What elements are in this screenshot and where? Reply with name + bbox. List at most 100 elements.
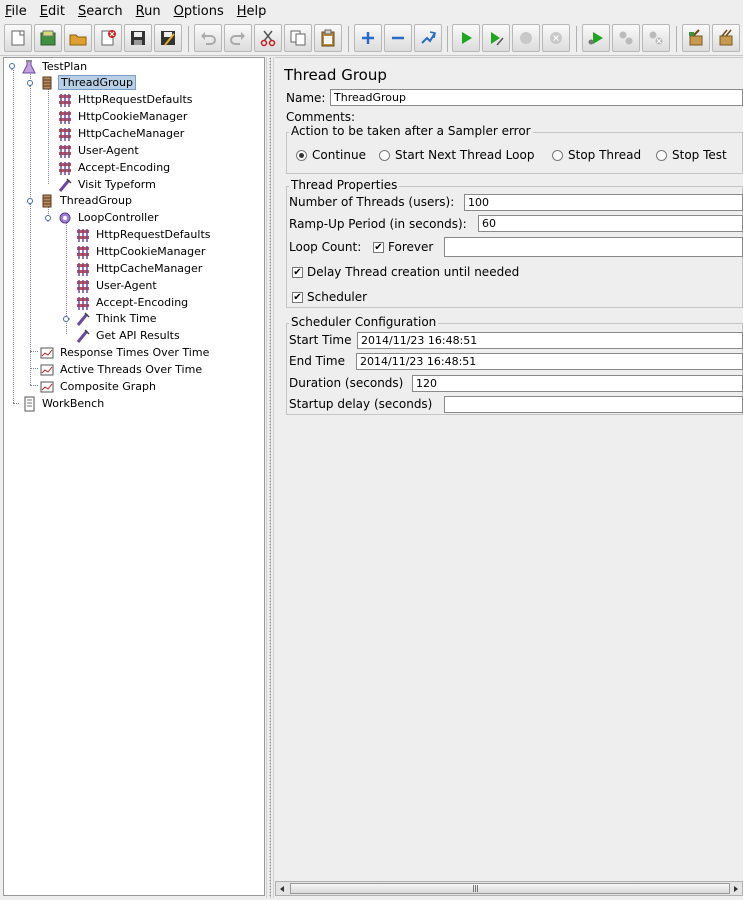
threads-label: Number of Threads (users): [289,195,455,209]
tree-node-sampler[interactable]: Get API Results [75,327,182,344]
menu-help[interactable]: Help [236,4,268,19]
tree-node-config[interactable]: HttpRequestDefaults [57,91,195,108]
remote-start-button[interactable] [582,24,610,52]
expand-handle-icon[interactable] [62,315,70,323]
radio-button[interactable] [296,149,307,161]
tree-node-testplan[interactable]: TestPlan [21,58,89,75]
open-button[interactable] [64,24,92,52]
tree-node-sampler[interactable]: Visit Typeform [57,176,158,193]
copy-button[interactable] [284,24,312,52]
radio-button[interactable] [656,149,667,161]
save-as-icon [161,31,175,46]
checkbox-box[interactable]: ✔ [292,266,303,278]
stop-button[interactable] [512,24,540,52]
scroll-left-icon[interactable] [277,884,287,894]
tree-node-label: Accept-Encoding [78,161,171,174]
menu-run[interactable]: Run [135,4,162,19]
forever-checkbox[interactable]: ✔ Forever [373,240,433,254]
remote-stop-button[interactable] [612,24,640,52]
tree-node-config[interactable]: HttpCacheManager [57,125,186,142]
expand-all-button[interactable] [354,24,382,52]
tree-node-workbench[interactable]: WorkBench [21,395,106,412]
collapse-handle-icon[interactable] [26,197,34,205]
tree-node-listener[interactable]: Response Times Over Time [39,344,211,361]
scrollbar-thumb[interactable] [290,883,730,894]
radio-button[interactable] [379,149,390,161]
duration-field[interactable]: 120 [412,375,743,392]
test-plan-tree[interactable]: TestPlan ThreadGroup HttpRequestDefaults… [3,57,265,896]
scheduler-checkbox[interactable]: ✔ Scheduler [292,290,367,304]
menu-file[interactable]: File [4,4,28,19]
panel-title: Thread Group [284,66,387,84]
close-button[interactable] [94,24,122,52]
tree-node-loopcontroller[interactable]: LoopController [57,209,161,226]
cut-button[interactable] [254,24,282,52]
undo-button[interactable] [194,24,222,52]
close-icon [101,30,116,46]
shutdown-button[interactable] [542,24,570,52]
collapse-handle-icon[interactable] [26,79,34,87]
toolbar [0,22,743,56]
radio-start-next-thread-loop[interactable]: Start Next Thread Loop [379,148,534,162]
toggle-button[interactable] [414,24,442,52]
name-field[interactable]: ThreadGroup [330,89,743,106]
collapse-handle-icon[interactable] [8,62,16,70]
remote-start-icon [588,32,603,45]
clear-all-button[interactable] [712,24,740,52]
tree-node-threadgroup-1[interactable]: ThreadGroup [39,74,136,91]
tree-node-label: Accept-Encoding [96,296,189,309]
start-no-pauses-button[interactable] [482,24,510,52]
collapse-icon [392,36,404,40]
rampup-field[interactable]: 60 [478,215,743,232]
tree-node-label: Active Threads Over Time [60,363,203,376]
stop-icon [520,32,532,44]
loop-count-field[interactable] [444,237,743,257]
start-button[interactable] [452,24,480,52]
tree-node-config[interactable]: User-Agent [75,277,159,294]
tree-node-config[interactable]: HttpRequestDefaults [75,226,213,243]
tree-connector [48,88,49,184]
shutdown-icon [550,32,562,44]
save-button[interactable] [124,24,152,52]
collapse-handle-icon[interactable] [44,214,52,222]
radio-stop-thread[interactable]: Stop Thread [552,148,641,162]
delay-thread-creation-checkbox[interactable]: ✔ Delay Thread creation until needed [292,265,519,279]
toolbar-separator [576,26,577,52]
clear-button[interactable] [682,24,710,52]
tree-node-config[interactable]: User-Agent [57,142,141,159]
toolbar-separator [348,26,349,52]
new-button[interactable] [4,24,32,52]
radio-continue[interactable]: Continue [296,148,366,162]
templates-button[interactable] [34,24,62,52]
save-as-button[interactable] [154,24,182,52]
tree-node-listener[interactable]: Composite Graph [39,378,158,395]
horizontal-scrollbar[interactable] [275,881,743,896]
remote-shutdown-button[interactable] [642,24,670,52]
collapse-all-button[interactable] [384,24,412,52]
menu-edit[interactable]: Edit [39,4,66,19]
startup-delay-field[interactable] [444,396,743,413]
menu-search[interactable]: Search [77,4,124,19]
menu-options[interactable]: Options [173,4,225,19]
checkbox-box[interactable]: ✔ [292,291,303,303]
tree-node-label: HttpRequestDefaults [96,228,211,241]
threads-field[interactable]: 100 [464,194,743,211]
start-time-field[interactable]: 2014/11/23 16:48:51 [357,332,743,349]
tree-node-config[interactable]: HttpCacheManager [75,260,204,277]
tree-node-sampler[interactable]: Think Time [75,310,159,327]
tree-node-threadgroup-2[interactable]: ThreadGroup [39,192,134,209]
scroll-right-icon[interactable] [731,884,741,894]
checkbox-box[interactable]: ✔ [373,241,384,253]
tree-node-config[interactable]: Accept-Encoding [75,294,190,311]
checkbox-label: Forever [388,240,434,254]
split-pane-divider[interactable] [266,57,274,898]
tree-node-config[interactable]: HttpCookieManager [75,243,207,260]
radio-button[interactable] [552,149,563,161]
end-time-field[interactable]: 2014/11/23 16:48:51 [356,353,743,370]
tree-node-config[interactable]: Accept-Encoding [57,159,172,176]
redo-button[interactable] [224,24,252,52]
tree-node-config[interactable]: HttpCookieManager [57,108,189,125]
paste-button[interactable] [314,24,342,52]
tree-node-listener[interactable]: Active Threads Over Time [39,361,204,378]
radio-stop-test[interactable]: Stop Test [656,148,727,162]
